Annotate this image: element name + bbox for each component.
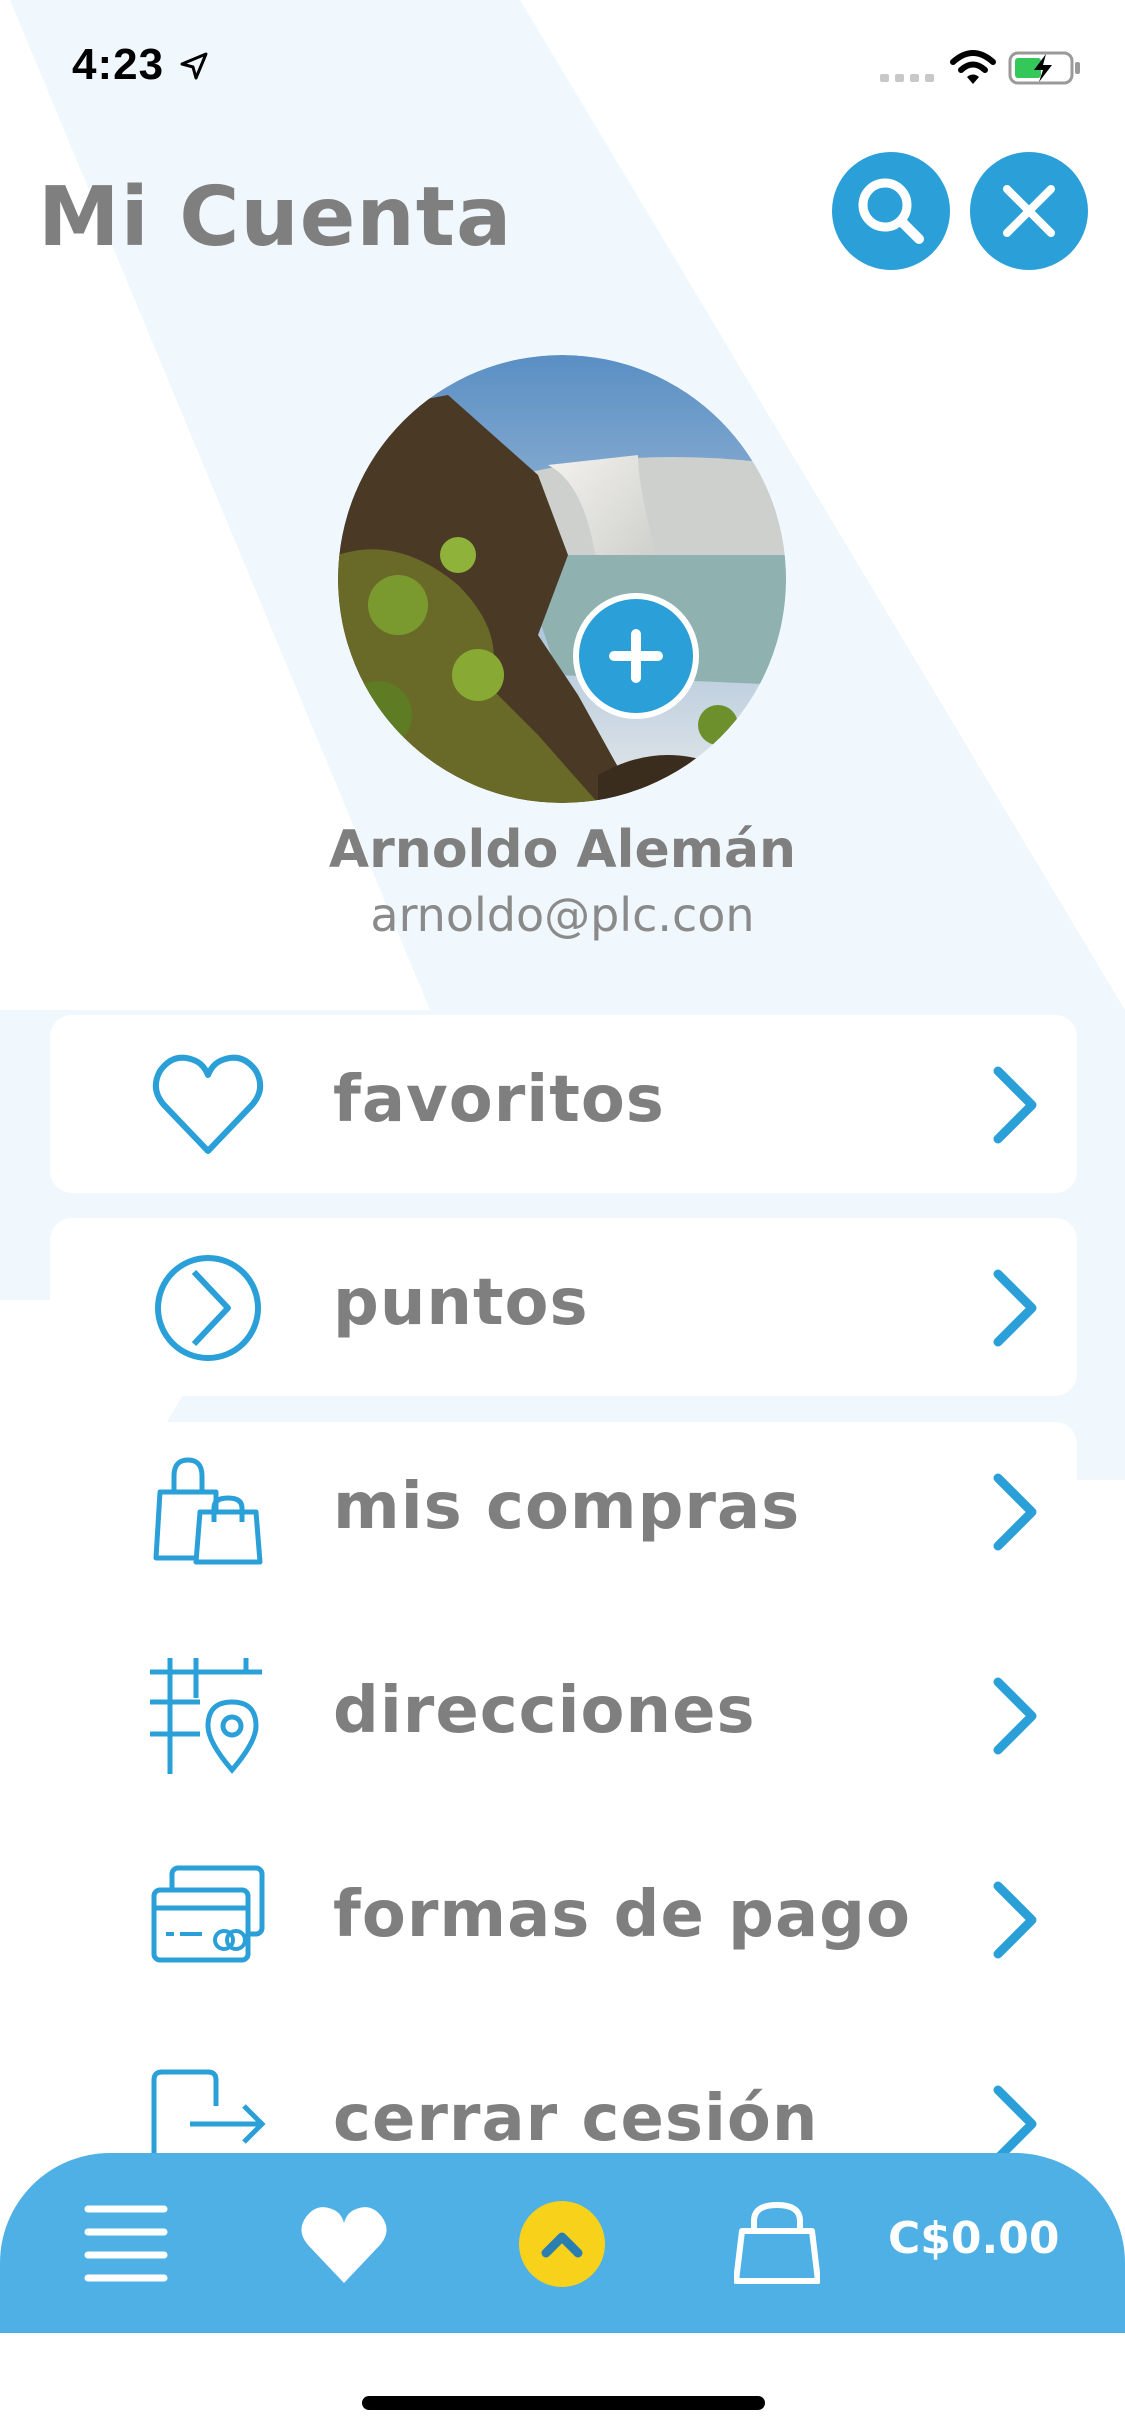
menu-hamburger-icon[interactable]	[84, 2203, 168, 2283]
points-circle-icon	[155, 1255, 261, 1361]
wifi-icon	[950, 50, 996, 84]
search-icon	[858, 178, 924, 244]
location-arrow-icon	[180, 52, 208, 80]
close-button[interactable]	[970, 152, 1088, 270]
cart-total[interactable]: C$0.00	[888, 2213, 1059, 2264]
menu-label: direcciones	[333, 1674, 756, 1748]
menu-label: mis compras	[333, 1470, 801, 1544]
user-name: Arnoldo Alemán	[328, 820, 797, 880]
map-pin-icon	[150, 1658, 262, 1774]
menu-item-direcciones[interactable]: direcciones	[50, 1626, 1077, 1804]
avatar-image	[338, 355, 786, 803]
chevron-up-icon	[541, 2232, 583, 2258]
battery-charging-icon	[1008, 51, 1080, 85]
home-indicator[interactable]	[362, 2396, 765, 2410]
close-icon	[1003, 185, 1055, 237]
chevron-right-icon	[993, 1473, 1037, 1551]
menu-item-mis-compras[interactable]: mis compras	[50, 1422, 1077, 1600]
add-photo-button[interactable]	[573, 593, 699, 719]
menu-item-puntos[interactable]: puntos	[50, 1218, 1077, 1396]
chevron-right-icon	[993, 1269, 1037, 1347]
user-email: arnoldo@plc.con	[370, 888, 755, 942]
menu-label: formas de pago	[333, 1878, 911, 1952]
favorites-heart-icon[interactable]	[300, 2203, 388, 2285]
credit-cards-icon	[151, 1865, 265, 1963]
chevron-right-icon	[993, 2085, 1037, 2163]
bottom-nav: C$0.00	[0, 2153, 1125, 2333]
menu-label: favoritos	[333, 1063, 665, 1137]
chevron-right-icon	[993, 1066, 1037, 1144]
expand-up-button[interactable]	[519, 2201, 605, 2287]
search-button[interactable]	[832, 152, 950, 270]
menu-item-formas-de-pago[interactable]: formas de pago	[50, 1830, 1077, 2008]
menu-item-favoritos[interactable]: favoritos	[50, 1015, 1077, 1193]
shopping-bag-icon[interactable]	[734, 2201, 820, 2285]
chevron-right-icon	[993, 1881, 1037, 1959]
plus-icon	[609, 629, 663, 683]
cellular-signal-icon	[880, 74, 934, 82]
heart-outline-icon	[152, 1054, 264, 1154]
page-title: Mi Cuenta	[38, 170, 513, 265]
status-bar: 4:23	[0, 0, 1125, 135]
profile-photo	[338, 355, 786, 803]
status-time: 4:23	[72, 40, 165, 89]
chevron-right-icon	[993, 1677, 1037, 1755]
shopping-bags-icon	[153, 1457, 263, 1565]
menu-label: cerrar cesión	[333, 2082, 819, 2156]
menu-label: puntos	[333, 1266, 589, 1340]
